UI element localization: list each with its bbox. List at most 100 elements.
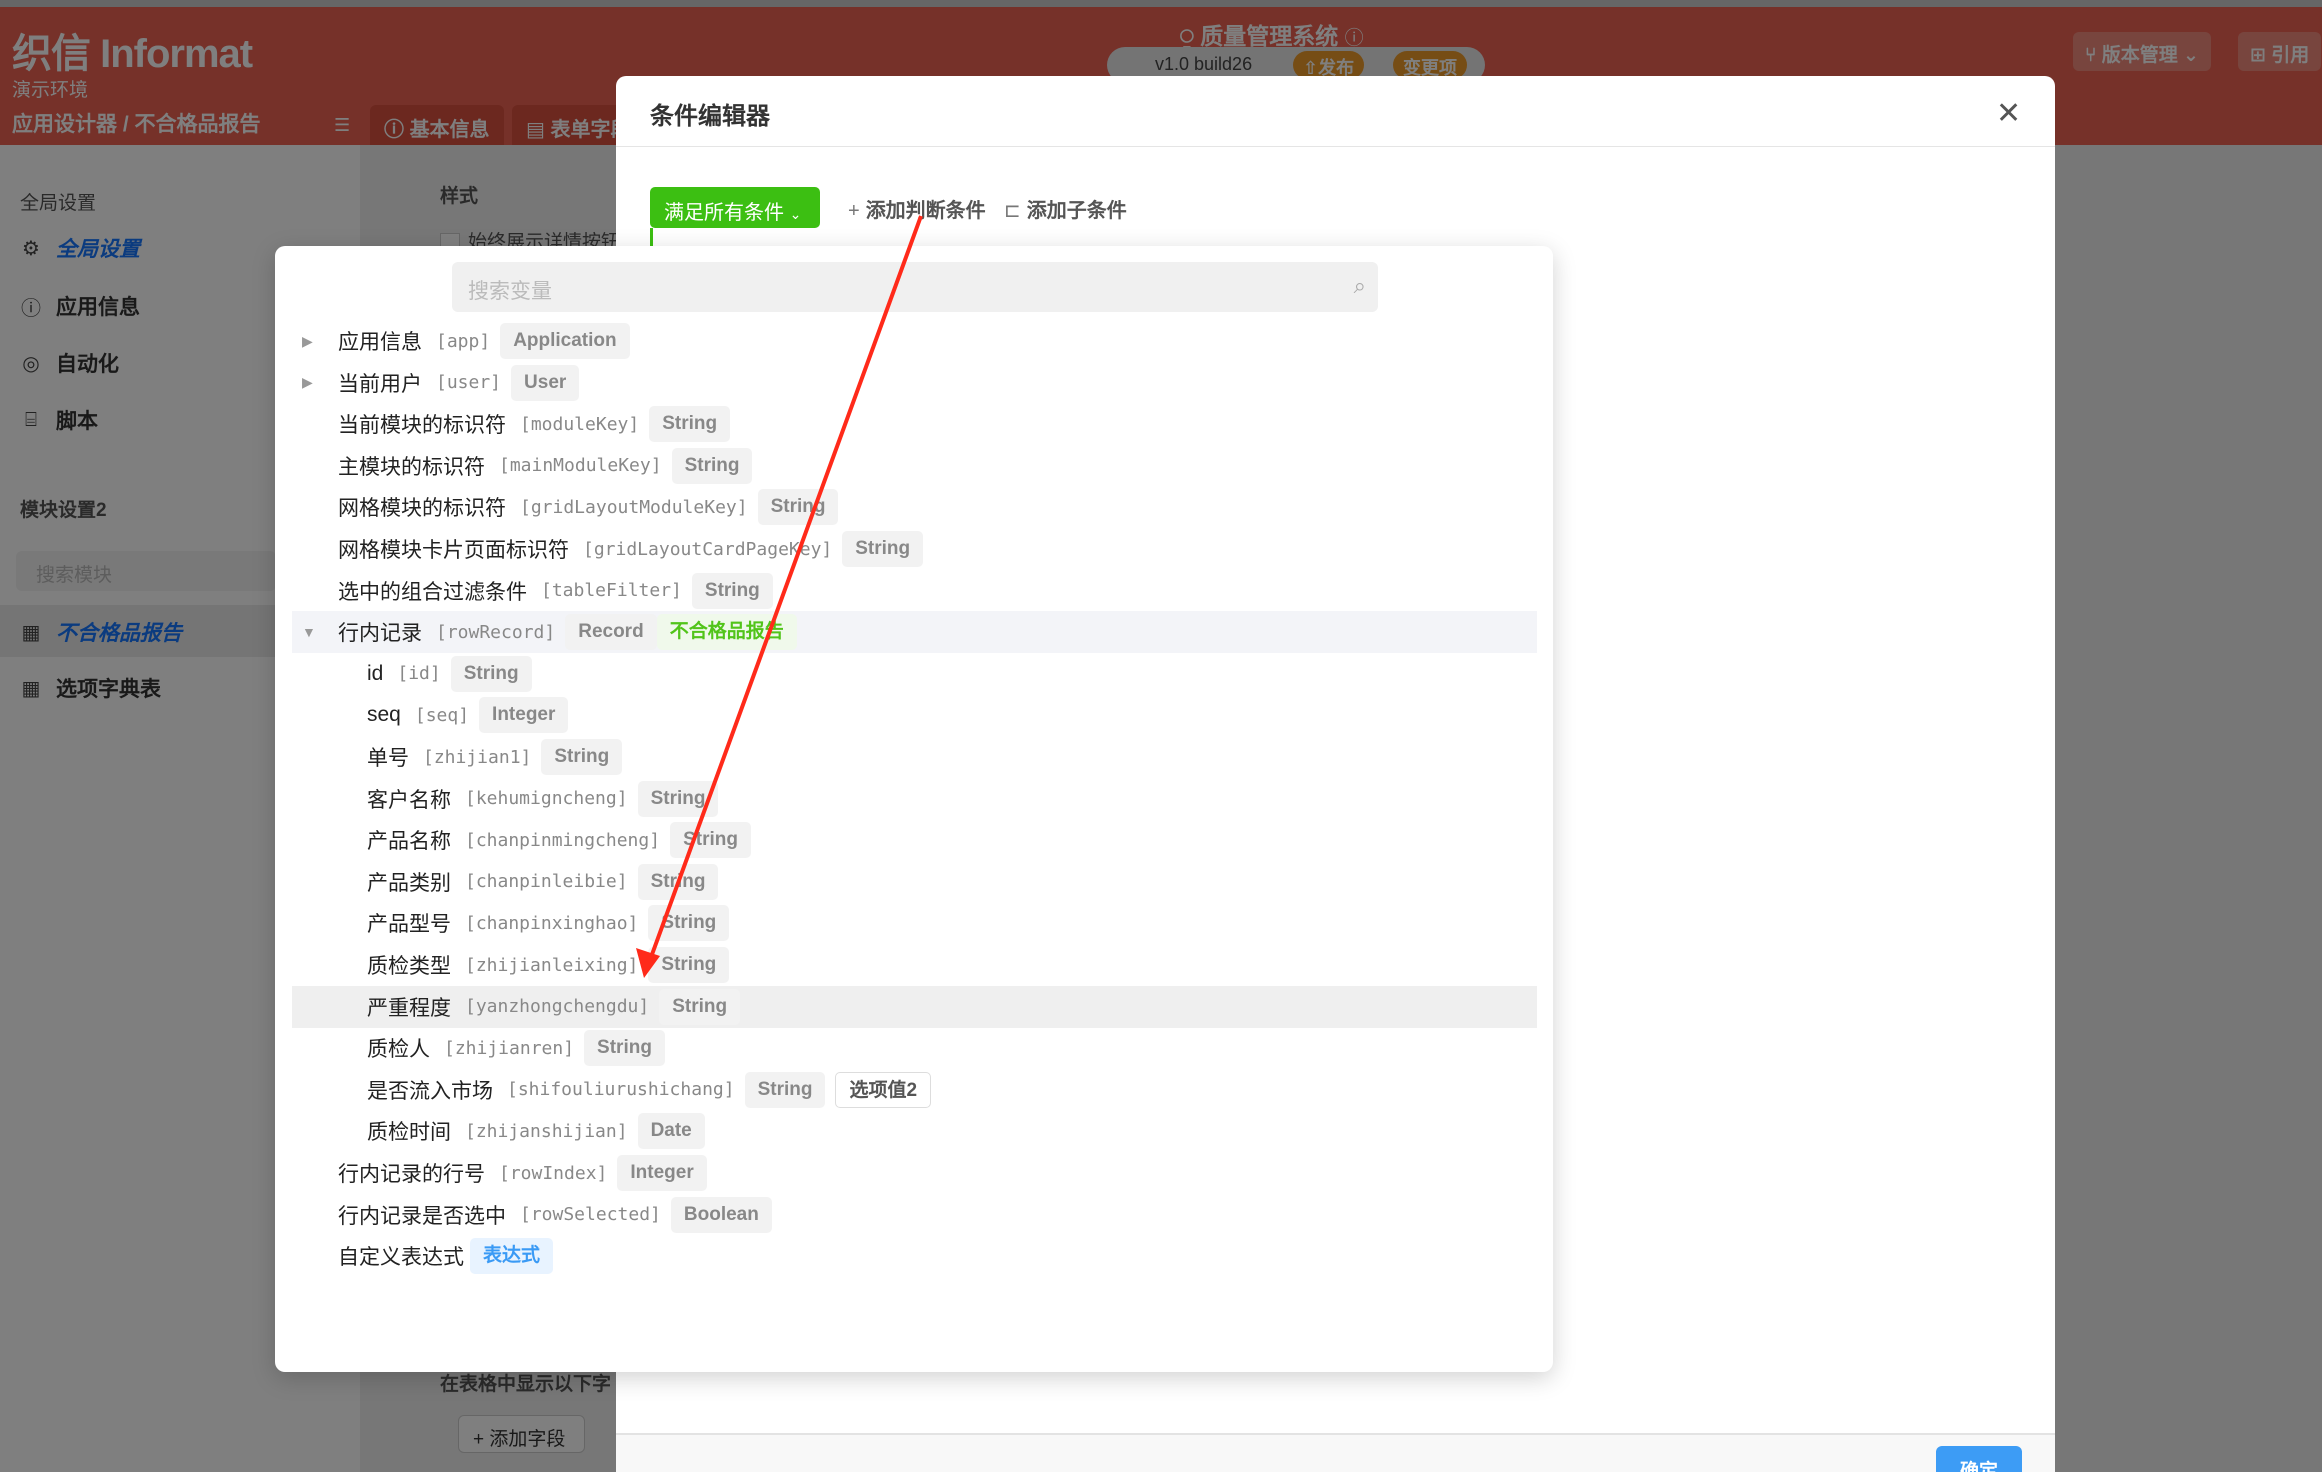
variable-label: 严重程度 [367,996,451,1020]
variable-row[interactable]: 产品类别 [chanpinleibie] String [292,861,1537,903]
variable-row[interactable]: id [id] String [292,653,1537,695]
variable-key: [id] [397,663,441,685]
variable-key: [chanpinleibie] [465,871,628,893]
type-tag: String [757,489,839,526]
type-tag: String [691,572,773,609]
variable-key: [kehumigncheng] [465,788,628,810]
variable-label: 产品名称 [367,830,451,854]
variable-row[interactable]: ▶ 当前用户 [user] User [292,362,1537,404]
confirm-button[interactable]: 确定 [1936,1446,2022,1472]
type-tag: String [659,988,741,1025]
variable-row[interactable]: 主模块的标识符 [mainModuleKey] String [292,445,1537,487]
variable-row[interactable]: 产品名称 [chanpinmingcheng] String [292,819,1537,861]
type-tag: String [744,1071,826,1108]
variable-label: 应用信息 [338,331,422,354]
type-tag: String [637,863,719,900]
variable-row[interactable]: 选中的组合过滤条件 [tableFilter] String [292,570,1537,612]
caret-right-icon[interactable]: ▶ [302,374,313,391]
variable-key: [zhijian1] [423,746,532,768]
variable-row[interactable]: 行内记录的行号 [rowIndex] Integer [292,1152,1537,1194]
variable-search-input[interactable]: 搜索变量 ⌕ [452,262,1378,312]
type-tag: String [670,822,751,859]
match-mode-dropdown[interactable]: 满足所有条件 ⌄ [650,187,820,228]
variable-key: [app] [436,330,491,352]
variable-key: [mainModuleKey] [499,455,662,477]
search-icon: ⌕ [1353,273,1366,298]
variable-row[interactable]: 质检时间 [zhijanshijian] Date [292,1110,1537,1152]
variable-row[interactable]: 自定义表达式 表达式 [292,1235,1537,1277]
variable-label: seq [367,703,401,727]
variable-label: 质检人 [367,1038,430,1062]
variable-label: 行内记录是否选中 [338,1204,506,1228]
variable-row[interactable]: 是否流入市场 [shifouliurushichang] String 选项值2 [292,1069,1537,1111]
type-tag: String [648,905,730,942]
divider [616,146,2055,147]
variable-row[interactable]: ▶ 应用信息 [app] Application [292,320,1537,362]
variable-label: 行内记录的行号 [338,1163,485,1186]
variable-label: 主模块的标识符 [338,455,485,479]
search-placeholder: 搜索变量 [468,280,552,303]
type-tag: Record [565,614,657,651]
modal-footer [616,1433,2055,1472]
variable-label: 产品型号 [367,913,451,937]
condition-tree-line [650,228,653,246]
chevron-down-icon: ⌄ [789,206,802,222]
variable-key: [yanzhongchengdu] [465,996,650,1018]
variable-key: [zhijianleixing] [465,954,639,976]
variable-row[interactable]: 网格模块的标识符 [gridLayoutModuleKey] String [292,486,1537,528]
type-tag: 选项值2 [835,1071,932,1108]
type-tag: Boolean [670,1196,772,1233]
caret-down-icon[interactable]: ▼ [302,624,316,640]
variable-label: 行内记录 [338,622,422,646]
type-tag: String [671,447,753,484]
variable-label: 质检类型 [367,955,451,978]
variable-row[interactable]: 质检类型 [zhijianleixing] String [292,944,1537,986]
variable-row[interactable]: ▼ 行内记录 [rowRecord] Record 不合格品报告 [292,611,1537,654]
type-tag: Application [500,323,630,359]
variable-key: [zhijianren] [444,1037,575,1059]
type-tag: String [648,947,730,983]
variable-key: [gridLayoutCardPageKey] [583,538,833,560]
variable-row[interactable]: 产品型号 [chanpinxinghao] String [292,902,1537,944]
type-tag: Integer [479,697,569,734]
variable-key: [moduleKey] [520,413,640,435]
variable-label: 网格模块的标识符 [338,497,506,521]
variable-key: [chanpinxinghao] [465,912,639,934]
variable-key: [tableFilter] [541,580,682,602]
type-tag: String [842,531,924,567]
variable-row[interactable]: 行内记录是否选中 [rowSelected] Boolean [292,1194,1537,1236]
add-subcondition-label: 添加子条件 [1026,200,1127,222]
variable-label: 是否流入市场 [367,1079,493,1103]
add-condition-button[interactable]: + 添加判断条件 [848,194,986,223]
add-condition-label: 添加判断条件 [865,200,986,222]
variable-row[interactable]: 客户名称 [kehumigncheng] String [292,778,1537,820]
variable-row[interactable]: 网格模块卡片页面标识符 [gridLayoutCardPageKey] String [292,528,1537,570]
variable-row[interactable]: 严重程度 [yanzhongchengdu] String [292,985,1537,1028]
plus-icon: + [848,200,860,222]
type-tag: User [511,364,580,401]
type-tag: String [637,780,719,817]
caret-right-icon[interactable]: ▶ [302,333,313,350]
variable-picker-popover: 搜索变量 ⌕ ▶ 应用信息 [app] Application ▶ 当前用户 [user] Us… [275,246,1553,1372]
type-tag: String [584,1030,665,1067]
add-subcondition-button[interactable]: ⊏ 添加子条件 [1004,194,1127,223]
variable-key: [rowIndex] [499,1162,608,1184]
match-mode-label: 满足所有条件 [664,202,784,224]
variable-key: [user] [436,372,502,394]
variable-row[interactable]: seq [seq] Integer [292,694,1537,736]
type-tag: String [649,406,731,443]
variable-label: 单号 [367,747,409,770]
variable-key: [chanpinmingcheng] [465,829,661,851]
close-icon[interactable]: ✕ [1996,96,2021,131]
type-tag: String [541,739,623,775]
variable-key: [shifouliurushichang] [507,1079,735,1101]
variable-key: [zhijanshijian] [465,1120,628,1142]
variable-label: 选中的组合过滤条件 [338,580,527,604]
variable-row[interactable]: 单号 [zhijian1] String [292,736,1537,778]
type-tag: String [450,655,532,692]
variable-row[interactable]: 当前模块的标识符 [moduleKey] String [292,403,1537,445]
type-tag: 不合格品报告 [656,614,797,651]
variable-key: [gridLayoutModuleKey] [520,496,748,518]
variable-label: 自定义表达式 [338,1246,464,1270]
variable-row[interactable]: 质检人 [zhijianren] String [292,1027,1537,1069]
